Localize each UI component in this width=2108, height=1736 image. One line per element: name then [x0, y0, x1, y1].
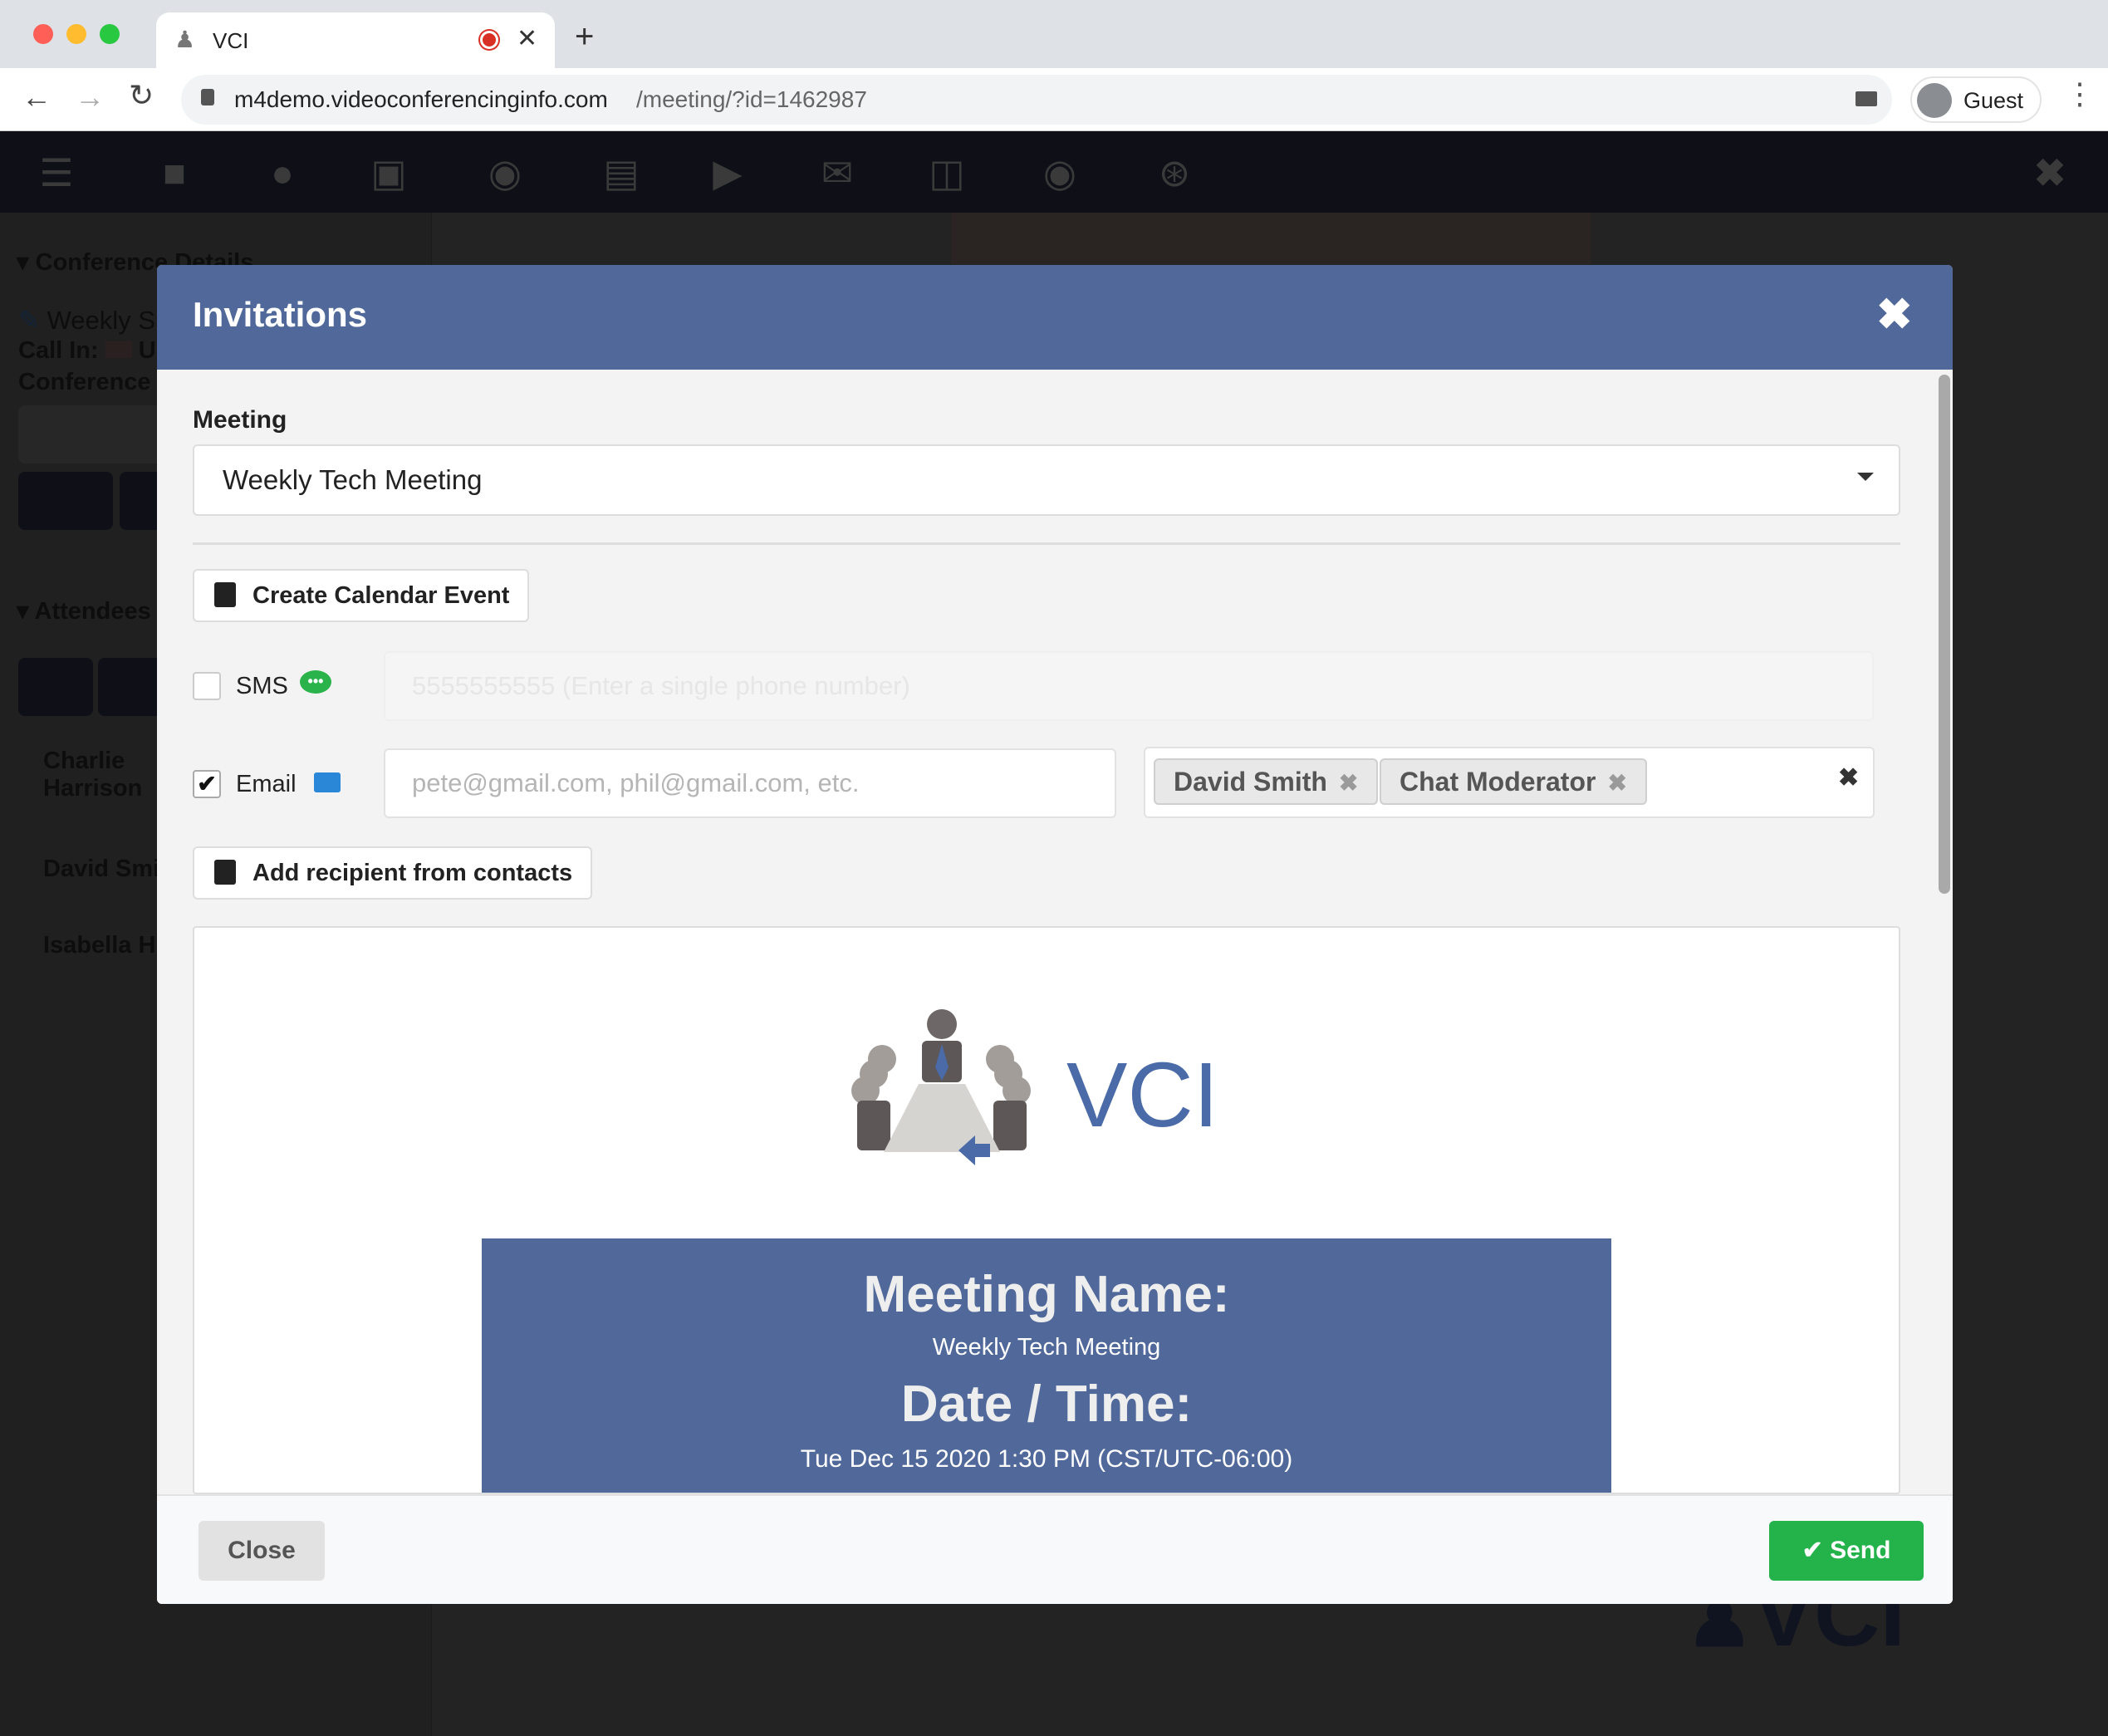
create-calendar-event-label: Create Calendar Event: [252, 582, 510, 609]
recipient-tag-input[interactable]: David Smith ✖ Chat Moderator ✖ ✖: [1144, 747, 1875, 818]
sms-chat-icon: •••: [300, 670, 331, 694]
reload-icon[interactable]: ↻: [129, 78, 154, 113]
close-icon[interactable]: ✖: [2027, 150, 2073, 196]
recording-indicator-icon: [480, 31, 498, 49]
meeting-name-text: Weekly S: [47, 306, 155, 335]
divider: [193, 542, 1900, 545]
menu-icon[interactable]: ☰: [33, 150, 80, 196]
email-preview: VCI Meeting Name: Weekly Tech Meeting Da…: [193, 926, 1900, 1494]
screen-share-icon[interactable]: ▣: [365, 150, 412, 196]
email-checkbox[interactable]: ✔: [193, 770, 221, 798]
recipient-tag-label: David Smith: [1174, 767, 1327, 797]
meeting-name-partial: ✎ Weekly S: [18, 306, 155, 336]
browser-tab[interactable]: ♟ VCI ✕: [156, 12, 555, 68]
clear-all-icon[interactable]: ✖: [1838, 763, 1859, 792]
microphone-icon[interactable]: ●: [259, 150, 306, 196]
send-button[interactable]: ✔ Send: [1769, 1521, 1924, 1581]
chat-icon[interactable]: ◉: [482, 150, 528, 196]
us-flag-icon: [105, 341, 132, 358]
attendee-item[interactable]: Isabella H: [43, 932, 155, 959]
back-icon[interactable]: ←: [22, 80, 51, 115]
document-icon[interactable]: ▤: [598, 150, 645, 196]
meeting-label: Meeting: [193, 406, 287, 434]
sms-label: SMS: [236, 673, 288, 699]
media-player-icon[interactable]: ▶: [704, 150, 751, 196]
add-recipient-label: Add recipient from contacts: [252, 860, 573, 886]
envelope-icon: [314, 772, 341, 792]
vci-logo: VCI: [842, 1001, 1274, 1175]
datetime-heading: Date / Time:: [900, 1376, 1193, 1433]
app-toolbar: ☰ ■ ● ▣ ◉ ▤ ▶ ✉ ◫ ◉ ⊛ ✖: [0, 131, 2108, 213]
email-label: Email: [236, 771, 297, 797]
add-recipient-from-contacts-button[interactable]: Add recipient from contacts: [193, 846, 593, 900]
invitations-modal: Invitations ✖ Meeting Weekly Tech Meetin…: [157, 265, 1953, 1604]
profile-button[interactable]: Guest: [1910, 76, 2042, 123]
meeting-select[interactable]: Weekly Tech Meeting: [193, 444, 1900, 516]
tab-close-icon[interactable]: ✕: [517, 24, 537, 53]
calendar-icon: [214, 582, 236, 607]
attendees-label: Attendees: [34, 598, 151, 625]
envelope-icon[interactable]: ✉: [814, 150, 860, 196]
remove-tag-icon[interactable]: ✖: [1607, 770, 1626, 796]
video-on-button[interactable]: [18, 658, 93, 716]
conference-table-icon: [851, 1009, 1031, 1165]
broadcast-icon[interactable]: ⊛: [1151, 150, 1198, 196]
window-minimize-button[interactable]: [66, 24, 86, 44]
create-calendar-event-button[interactable]: Create Calendar Event: [193, 569, 530, 622]
attendee-item[interactable]: Charlie Harrison: [43, 748, 168, 802]
close-button[interactable]: Close: [199, 1521, 325, 1581]
modal-header: Invitations ✖: [157, 265, 1953, 370]
lock-icon: [201, 89, 214, 105]
bell-button[interactable]: [18, 472, 113, 530]
tab-title: VCI: [213, 28, 249, 53]
sms-checkbox[interactable]: [193, 672, 221, 700]
exit-door-icon[interactable]: ◫: [924, 150, 970, 196]
window-close-button[interactable]: [33, 24, 53, 44]
meeting-name-heading: Meeting Name:: [863, 1266, 1230, 1323]
meeting-name-value: Weekly Tech Meeting: [932, 1334, 1161, 1361]
address-book-icon: [214, 860, 236, 885]
new-tab-icon[interactable]: +: [575, 18, 594, 56]
meeting-info-band: Meeting Name: Weekly Tech Meeting Date /…: [482, 1238, 1611, 1493]
edit-icon[interactable]: ✎: [18, 306, 40, 335]
video-feed: [951, 213, 1591, 264]
profile-label: Guest: [1963, 88, 2024, 113]
recipient-tag: Chat Moderator ✖: [1380, 758, 1647, 805]
checkmark-icon: ✔: [1802, 1537, 1823, 1564]
modal-close-icon[interactable]: ✖: [1876, 290, 1913, 340]
browser-tab-bar: ♟ VCI ✕ +: [0, 0, 2108, 68]
datetime-value: Tue Dec 15 2020 1:30 PM (CST/UTC-06:00): [800, 1445, 1293, 1473]
call-in-label: Call In:: [18, 337, 99, 364]
favicon-icon: ♟: [174, 27, 196, 52]
url-host: m4demo.videoconferencinginfo.com: [234, 86, 608, 112]
camera-in-use-icon[interactable]: [1856, 91, 1877, 106]
recipient-tag: David Smith ✖: [1154, 758, 1379, 805]
remove-tag-icon[interactable]: ✖: [1339, 770, 1358, 796]
conference-id-label: Conference II: [18, 369, 171, 395]
forward-icon[interactable]: →: [75, 80, 105, 115]
browser-toolbar: ← → ↻ m4demo.videoconferencinginfo.com /…: [0, 68, 2108, 131]
meeting-select-value: Weekly Tech Meeting: [223, 464, 483, 495]
address-bar[interactable]: m4demo.videoconferencinginfo.com /meetin…: [181, 75, 1892, 125]
modal-title: Invitations: [193, 295, 368, 334]
recipient-tag-label: Chat Moderator: [1400, 767, 1596, 797]
email-address-input[interactable]: pete@gmail.com, phil@gmail.com, etc.: [384, 748, 1116, 818]
avatar-icon: [1917, 83, 1952, 118]
modal-footer: Close ✔ Send: [157, 1494, 1953, 1604]
url-path: /meeting/?id=1462987: [636, 86, 867, 112]
sms-phone-input[interactable]: 5555555555 (Enter a single phone number): [384, 651, 1874, 721]
modal-scrollbar[interactable]: [1936, 370, 1953, 1494]
video-camera-icon[interactable]: ■: [151, 150, 198, 196]
scrollbar-thumb[interactable]: [1939, 375, 1950, 894]
send-label: Send: [1830, 1537, 1891, 1564]
browser-menu-icon[interactable]: ⋮: [2065, 76, 2095, 111]
vci-logo-text: VCI: [1066, 1044, 1219, 1146]
record-icon[interactable]: ◉: [1037, 150, 1083, 196]
window-maximize-button[interactable]: [100, 24, 120, 44]
attendees-header[interactable]: ▾ Attendees: [17, 596, 151, 625]
call-in-row: Call In: US: [18, 337, 172, 365]
chevron-down-icon: [1857, 473, 1874, 481]
